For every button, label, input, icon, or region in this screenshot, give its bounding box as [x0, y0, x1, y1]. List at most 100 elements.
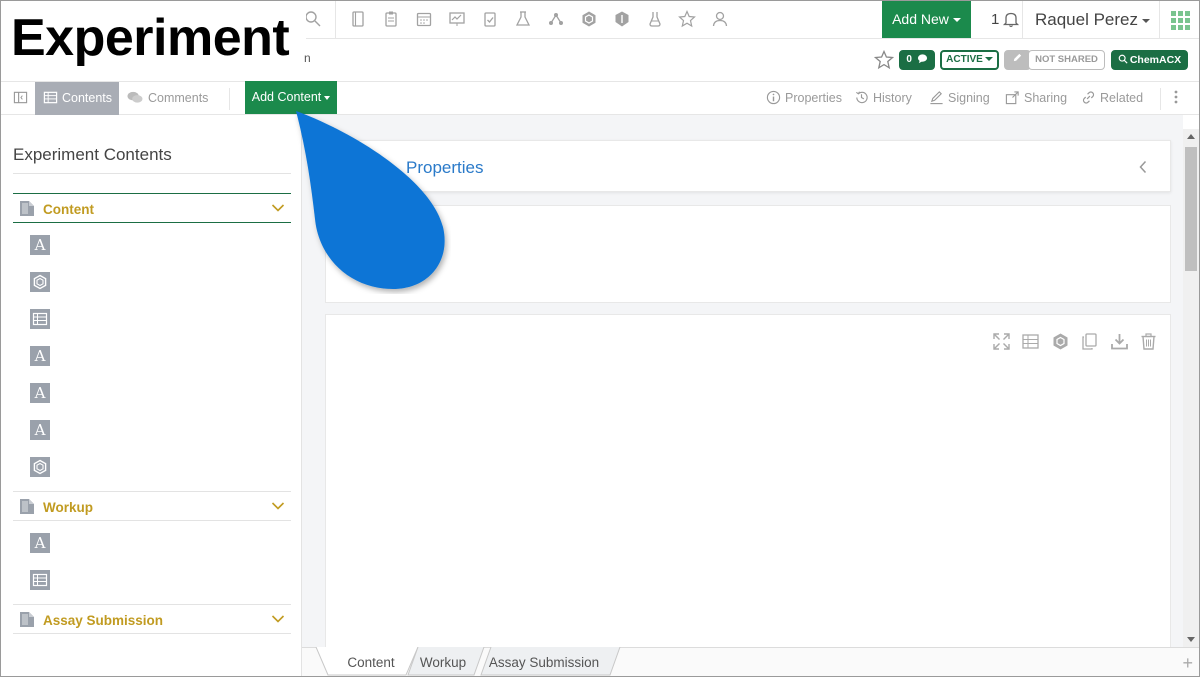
bell-icon[interactable]: [1002, 10, 1020, 28]
history-label: History: [873, 91, 912, 105]
scroll-thumb[interactable]: [1185, 147, 1197, 271]
contents-tab-label: Contents: [62, 91, 113, 105]
signing-label: Signing: [948, 91, 990, 105]
user-name: Raquel Perez: [1035, 10, 1139, 29]
chevron-down-icon[interactable]: [271, 501, 285, 511]
section-label: Workup: [43, 500, 93, 515]
clipboard-icon[interactable]: [381, 10, 401, 30]
section-label: Content: [43, 202, 94, 217]
add-tab-plus-icon[interactable]: +: [1182, 653, 1193, 674]
chemacx-button[interactable]: ChemACX: [1111, 50, 1188, 70]
sharing-button[interactable]: Sharing: [1005, 82, 1067, 115]
section-assay-submission[interactable]: Assay Submission: [13, 606, 291, 634]
apps-grid-icon[interactable]: [1171, 11, 1190, 30]
copy-icon[interactable]: [1080, 332, 1099, 351]
related-button[interactable]: Related: [1081, 82, 1143, 115]
table-icon[interactable]: [1021, 332, 1040, 351]
hexagon-structure-icon[interactable]: [579, 10, 599, 30]
properties-card[interactable]: Properties: [325, 140, 1171, 192]
divider: [13, 193, 291, 194]
comment-count-badge[interactable]: 0: [899, 50, 935, 70]
chevron-down-icon: [984, 57, 993, 62]
text-item-icon[interactable]: A: [30, 420, 50, 440]
info-icon: [766, 90, 781, 105]
vertical-scrollbar[interactable]: [1183, 129, 1199, 647]
chevron-down-icon[interactable]: [271, 203, 285, 213]
app-window: Add New 1 Raquel Perez Experiment n 0 AC…: [0, 0, 1200, 677]
page-title: Experiment: [11, 9, 290, 67]
table-item-icon[interactable]: [30, 309, 50, 329]
text-item-icon[interactable]: A: [30, 533, 50, 553]
divider: [13, 173, 291, 174]
tab-workup[interactable]: Workup: [412, 648, 474, 676]
divider: [13, 604, 291, 605]
content-block-card[interactable]: [325, 205, 1171, 303]
history-button[interactable]: History: [854, 82, 912, 115]
hexagon-structure-icon[interactable]: [1051, 332, 1070, 351]
chemacx-label: ChemACX: [1129, 54, 1182, 66]
section-tab-strip: Content Workup Assay Submission +: [302, 647, 1199, 676]
expand-icon[interactable]: [992, 332, 1011, 351]
comments-tab[interactable]: Comments: [126, 82, 208, 115]
notebook-icon[interactable]: [348, 10, 368, 30]
speech-bubble-icon: [917, 54, 927, 64]
tab-assay-submission[interactable]: Assay Submission: [484, 648, 604, 676]
contents-tab[interactable]: Contents: [35, 82, 119, 115]
trash-icon[interactable]: [1139, 332, 1158, 351]
checklist-icon[interactable]: [480, 10, 500, 30]
chevron-down-icon[interactable]: [271, 614, 285, 624]
edit-button[interactable]: [1004, 50, 1031, 70]
tab-content[interactable]: Content: [330, 648, 412, 676]
experiment-toolbar: Contents Comments Properties History Sig…: [1, 81, 1199, 115]
structure-item-icon[interactable]: [30, 272, 50, 292]
section-label: Assay Submission: [43, 613, 164, 628]
divider: [13, 222, 291, 223]
more-options-button[interactable]: [1173, 82, 1185, 115]
divider: [1022, 1, 1023, 38]
table-icon: [43, 91, 58, 104]
table-item-icon[interactable]: [30, 570, 50, 590]
properties-label: Properties: [785, 91, 842, 105]
document-icon: [20, 499, 34, 514]
lab-flask-icon[interactable]: [513, 10, 533, 30]
chevron-left-icon[interactable]: [1138, 160, 1148, 174]
section-content[interactable]: Content: [13, 195, 291, 223]
status-label: ACTIVE: [946, 54, 983, 65]
signing-button[interactable]: Signing: [929, 82, 990, 115]
favorite-star-icon[interactable]: [874, 50, 894, 70]
molecule-icon[interactable]: [546, 10, 566, 30]
text-item-icon[interactable]: A: [30, 346, 50, 366]
divider: [13, 633, 291, 634]
block-toolbar: [986, 332, 1158, 352]
shield-icon[interactable]: [612, 10, 632, 30]
text-item-icon[interactable]: A: [30, 235, 50, 255]
user-icon[interactable]: [710, 10, 730, 30]
section-workup[interactable]: Workup: [13, 493, 291, 521]
signature-pen-icon: [930, 91, 943, 105]
share-icon: [1005, 91, 1019, 105]
drop-pointer-icon: [296, 111, 445, 289]
calendar-icon[interactable]: [414, 10, 434, 30]
title-fragment: n: [304, 51, 311, 65]
beaker-icon[interactable]: [645, 10, 665, 30]
properties-button[interactable]: Properties: [766, 82, 842, 115]
star-icon[interactable]: [677, 10, 697, 30]
scroll-down-arrow[interactable]: [1187, 637, 1195, 642]
structure-item-icon[interactable]: [30, 457, 50, 477]
sharing-label: Sharing: [1024, 91, 1068, 105]
status-dropdown[interactable]: ACTIVE: [940, 50, 999, 70]
content-block-card[interactable]: [325, 314, 1171, 654]
vertical-dots-icon: [1174, 90, 1178, 104]
text-item-icon[interactable]: A: [30, 383, 50, 403]
download-icon[interactable]: [1110, 332, 1129, 351]
scroll-up-arrow[interactable]: [1187, 134, 1195, 139]
presentation-icon[interactable]: [447, 10, 467, 30]
add-new-button[interactable]: Add New: [882, 1, 971, 38]
comments-tab-label: Comments: [148, 91, 209, 105]
sharing-status[interactable]: NOT SHARED: [1028, 50, 1105, 70]
panel-toggle-button[interactable]: [13, 82, 33, 115]
divider: [229, 88, 230, 110]
user-menu[interactable]: Raquel Perez: [1035, 10, 1151, 30]
search-icon[interactable]: [303, 10, 323, 30]
panel-title: Experiment Contents: [13, 145, 172, 164]
